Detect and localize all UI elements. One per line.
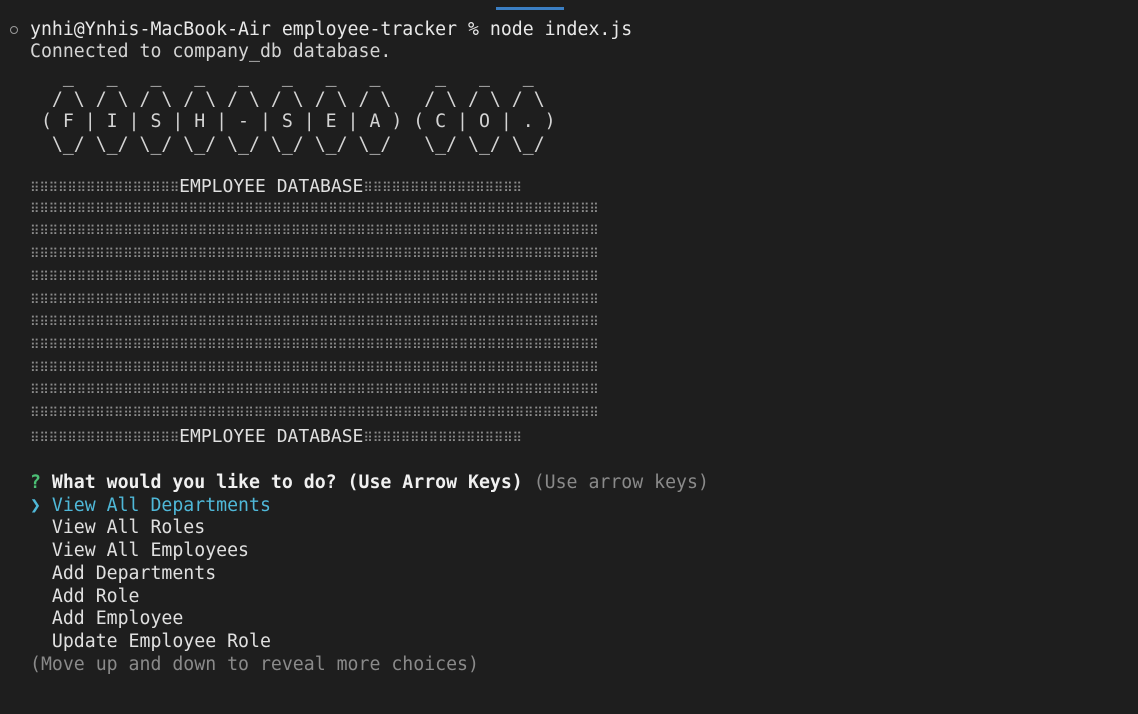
banner-pattern-row: ⠿⠿⠿⠿⠿⠿⠿⠿⠿⠿⠿⠿⠿⠿⠿⠿⠿⠿⠿⠿⠿⠿⠿⠿⠿⠿⠿⠿⠿⠿⠿⠿⠿⠿⠿⠿⠿⠿⠿⠿… [30,315,598,331]
menu-choice[interactable]: Add Departments [30,563,216,585]
active-tab-indicator [496,7,564,10]
ascii-banner: ⠿⠿⠿⠿⠿⠿⠿⠿⠿⠿⠿⠿⠿⠿⠿⠿EMPLOYEE DATABASE⠿⠿⠿⠿⠿⠿⠿… [30,176,598,448]
menu-choice-label: Update Employee Role [51,630,271,652]
menu-choice-label: Add Departments [51,562,217,584]
banner-pattern-row: ⠿⠿⠿⠿⠿⠿⠿⠿⠿⠿⠿⠿⠿⠿⠿⠿⠿⠿⠿⠿⠿⠿⠿⠿⠿⠿⠿⠿⠿⠿⠿⠿⠿⠿⠿⠿⠿⠿⠿⠿… [30,269,598,285]
question-hint: (Use arrow keys) [533,472,709,493]
prompt-status-icon [10,26,18,34]
menu-choice-label: Add Employee [51,608,184,630]
banner-title-top: EMPLOYEE DATABASE [179,176,364,197]
command-line: ynhi@Ynhis-MacBook-Air employee-tracker … [30,19,633,40]
menu-choice-label: Add Role [51,585,140,607]
question-text: What would you like to do? (Use Arrow Ke… [51,472,523,493]
prompt-question-line: ? What would you like to do? (Use Arrow … [30,472,709,494]
banner-pattern-row: ⠿⠿⠿⠿⠿⠿⠿⠿⠿⠿⠿⠿⠿⠿⠿⠿⠿⠿⠿⠿⠿⠿⠿⠿⠿⠿⠿⠿⠿⠿⠿⠿⠿⠿⠿⠿⠿⠿⠿⠿… [30,406,598,421]
banner-pattern-row: ⠿⠿⠿⠿⠿⠿⠿⠿⠿⠿⠿⠿⠿⠿⠿⠿⠿⠿⠿⠿⠿⠿⠿⠿⠿⠿⠿⠿⠿⠿⠿⠿⠿⠿⠿⠿⠿⠿⠿⠿… [30,360,598,376]
connection-message: Connected to company_db database. [30,41,392,62]
menu-choice[interactable]: ❯ View All Departments [30,495,271,517]
menu-choice[interactable]: Update Employee Role [30,631,271,653]
menu-choice[interactable]: View All Employees [30,540,249,562]
more-choices-hint: (Move up and down to reveal more choices… [30,653,479,675]
menu-choice[interactable]: View All Roles [30,517,205,539]
banner-pattern-row: ⠿⠿⠿⠿⠿⠿⠿⠿⠿⠿⠿⠿⠿⠿⠿⠿⠿⠿⠿⠿⠿⠿⠿⠿⠿⠿⠿⠿⠿⠿⠿⠿⠿⠿⠿⠿⠿⠿⠿⠿… [30,247,598,263]
menu-choice-label: View All Employees [51,540,250,562]
selection-pointer-icon: ❯ [30,494,41,516]
banner-title-bottom: EMPLOYEE DATABASE [179,425,364,447]
menu-choice[interactable]: Add Employee [30,608,183,630]
terminal-window[interactable]: ynhi@Ynhis-MacBook-Air employee-tracker … [0,0,1138,714]
menu-choice[interactable]: Add Role [30,586,140,608]
question-mark-icon: ? [30,472,41,493]
banner-pattern-row: ⠿⠿⠿⠿⠿⠿⠿⠿⠿⠿⠿⠿⠿⠿⠿⠿⠿⠿⠿⠿⠿⠿⠿⠿⠿⠿⠿⠿⠿⠿⠿⠿⠿⠿⠿⠿⠿⠿⠿⠿… [30,201,598,217]
banner-top-row: ⠿⠿⠿⠿⠿⠿⠿⠿⠿⠿⠿⠿⠿⠿⠿⠿EMPLOYEE DATABASE⠿⠿⠿⠿⠿⠿⠿… [30,176,522,197]
banner-pattern-row: ⠿⠿⠿⠿⠿⠿⠿⠿⠿⠿⠿⠿⠿⠿⠿⠿⠿⠿⠿⠿⠿⠿⠿⠿⠿⠿⠿⠿⠿⠿⠿⠿⠿⠿⠿⠿⠿⠿⠿⠿… [30,224,598,240]
banner-pattern-row: ⠿⠿⠿⠿⠿⠿⠿⠿⠿⠿⠿⠿⠿⠿⠿⠿⠿⠿⠿⠿⠿⠿⠿⠿⠿⠿⠿⠿⠿⠿⠿⠿⠿⠿⠿⠿⠿⠿⠿⠿… [30,292,598,308]
banner-pattern-row: ⠿⠿⠿⠿⠿⠿⠿⠿⠿⠿⠿⠿⠿⠿⠿⠿⠿⠿⠿⠿⠿⠿⠿⠿⠿⠿⠿⠿⠿⠿⠿⠿⠿⠿⠿⠿⠿⠿⠿⠿… [30,337,598,353]
ascii-logo: _ _ _ _ _ _ _ _ _ _ _ / \ / \ / \ / \ / … [40,66,556,156]
banner-pattern-row: ⠿⠿⠿⠿⠿⠿⠿⠿⠿⠿⠿⠿⠿⠿⠿⠿⠿⠿⠿⠿⠿⠿⠿⠿⠿⠿⠿⠿⠿⠿⠿⠿⠿⠿⠿⠿⠿⠿⠿⠿… [30,383,598,399]
menu-choice-label: View All Departments [51,494,271,516]
menu-choice-label: View All Roles [51,517,206,539]
banner-bottom-row: ⠿⠿⠿⠿⠿⠿⠿⠿⠿⠿⠿⠿⠿⠿⠿⠿EMPLOYEE DATABASE⠿⠿⠿⠿⠿⠿⠿… [30,425,522,447]
